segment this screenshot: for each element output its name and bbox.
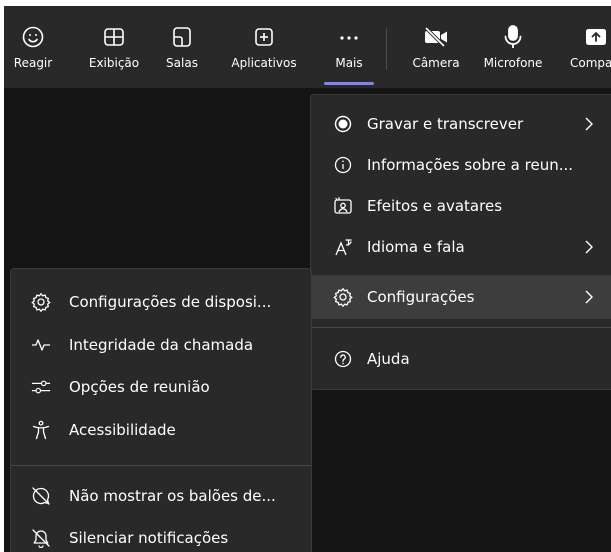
call-health-item[interactable]: Integridade da chamada xyxy=(11,326,311,364)
chat-bubbles-off-icon xyxy=(31,486,51,506)
apps-button[interactable]: Aplicativos xyxy=(225,6,303,88)
add-apps-icon xyxy=(249,22,279,52)
rooms-label: Salas xyxy=(166,56,198,70)
notifications-off-icon xyxy=(31,528,51,548)
meeting-toolbar: Reagir Exibição Salas Aplicativos Mais C… xyxy=(4,6,611,88)
mute-notifications-label: Silenciar notificações xyxy=(69,529,229,547)
camera-label: Câmera xyxy=(412,56,460,70)
effects-avatars-item[interactable]: Efeitos e avatares xyxy=(311,187,611,225)
chevron-right-icon xyxy=(583,115,595,133)
emoji-icon xyxy=(18,22,48,52)
rooms-button[interactable]: Salas xyxy=(162,6,202,88)
language-speech-label: Idioma e fala xyxy=(367,238,465,256)
meeting-options-item[interactable]: Opções de reunião xyxy=(11,368,311,406)
more-options-menu: Gravar e transcrever Informações sobre a… xyxy=(310,94,611,390)
meeting-info-label: Informações sobre a reun... xyxy=(367,156,574,174)
record-transcribe-label: Gravar e transcrever xyxy=(367,115,524,133)
device-settings-label: Configurações de disposi... xyxy=(69,293,272,311)
device-settings-icon xyxy=(31,292,51,312)
camera-off-icon xyxy=(421,22,451,52)
settings-submenu: Configurações de disposi... Integridade … xyxy=(10,268,312,552)
hide-chat-bubbles-label: Não mostrar os balões de... xyxy=(69,487,276,505)
help-icon xyxy=(333,349,353,369)
effects-avatars-label: Efeitos e avatares xyxy=(367,197,503,215)
more-label: Mais xyxy=(335,56,363,70)
more-icon xyxy=(334,22,364,52)
breakout-rooms-icon xyxy=(167,22,197,52)
accessibility-item[interactable]: Acessibilidade xyxy=(11,411,311,449)
microphone-button[interactable]: Microfone xyxy=(478,6,548,88)
mute-notifications-item[interactable]: Silenciar notificações xyxy=(11,519,311,552)
gear-icon xyxy=(333,287,353,307)
help-item[interactable]: Ajuda xyxy=(311,337,611,381)
device-settings-item[interactable]: Configurações de disposi... xyxy=(11,283,311,321)
accessibility-icon xyxy=(31,420,51,440)
record-transcribe-item[interactable]: Gravar e transcrever xyxy=(311,105,611,143)
chevron-right-icon xyxy=(583,238,595,256)
call-health-label: Integridade da chamada xyxy=(69,336,254,354)
active-tab-indicator xyxy=(324,82,374,85)
language-speech-item[interactable]: Idioma e fala xyxy=(311,228,611,266)
call-health-icon xyxy=(31,335,51,355)
meeting-info-item[interactable]: Informações sobre a reun... xyxy=(311,146,611,184)
react-label: Reagir xyxy=(13,56,53,70)
share-button[interactable]: Compart xyxy=(566,6,611,88)
submenu-divider xyxy=(11,465,311,466)
apps-label: Aplicativos xyxy=(231,56,297,70)
effects-icon xyxy=(333,196,353,216)
settings-label: Configurações xyxy=(367,288,475,306)
meeting-options-label: Opções de reunião xyxy=(69,378,210,396)
react-button[interactable]: Reagir xyxy=(10,6,56,88)
view-label: Exibição xyxy=(88,56,140,70)
more-button[interactable]: Mais xyxy=(324,6,374,88)
toolbar-separator xyxy=(386,28,387,70)
help-label: Ajuda xyxy=(367,350,410,368)
chevron-right-icon xyxy=(583,288,595,306)
accessibility-label: Acessibilidade xyxy=(69,421,176,439)
hide-chat-bubbles-item[interactable]: Não mostrar os balões de... xyxy=(11,477,311,515)
menu-divider xyxy=(311,327,611,328)
microphone-icon xyxy=(498,22,528,52)
record-icon xyxy=(333,114,353,134)
settings-item[interactable]: Configurações xyxy=(311,275,611,319)
microphone-label: Microfone xyxy=(483,56,543,70)
share-label: Compart xyxy=(569,56,611,70)
info-icon xyxy=(333,155,353,175)
meeting-window: Reagir Exibição Salas Aplicativos Mais C… xyxy=(0,0,611,552)
view-button[interactable]: Exibição xyxy=(84,6,144,88)
meeting-options-icon xyxy=(31,377,51,397)
camera-button[interactable]: Câmera xyxy=(408,6,464,88)
language-icon xyxy=(333,237,353,257)
share-icon xyxy=(581,22,611,52)
grid-view-icon xyxy=(99,22,129,52)
